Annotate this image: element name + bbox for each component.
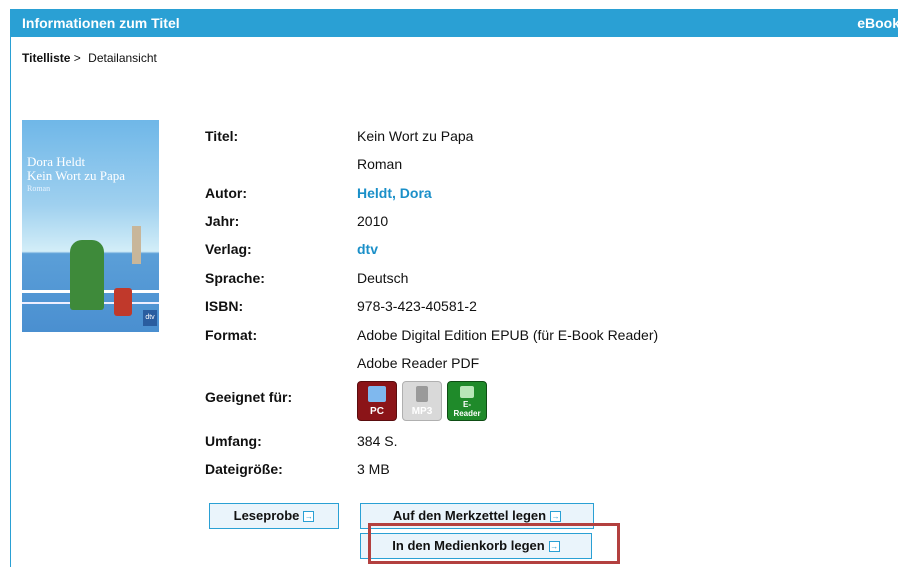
- mp3-label: MP3: [411, 406, 433, 417]
- value-dateigroesse: 3 MB: [357, 461, 390, 477]
- cover-person: [70, 240, 104, 310]
- breadcrumb-current: Detailansicht: [88, 51, 157, 65]
- label-verlag: Verlag:: [205, 241, 252, 257]
- leseprobe-button[interactable]: Leseprobe →: [209, 503, 339, 529]
- cover-suitcase: [114, 288, 132, 316]
- breadcrumb-separator: >: [70, 51, 85, 65]
- book-cover-image[interactable]: Dora Heldt Kein Wort zu Papa Roman dtv: [22, 120, 159, 332]
- value-titel: Kein Wort zu Papa: [357, 128, 474, 144]
- value-umfang: 384 S.: [357, 433, 398, 449]
- ereader-device-icon[interactable]: E- Reader: [447, 381, 487, 421]
- label-geeignet: Geeignet für:: [205, 389, 293, 405]
- value-format-pdf: Adobe Reader PDF: [357, 355, 480, 371]
- pc-label: PC: [370, 406, 384, 417]
- cover-title: Kein Wort zu Papa: [27, 168, 125, 183]
- label-jahr: Jahr:: [205, 213, 240, 229]
- monitor-icon: [368, 386, 386, 402]
- breadcrumb: Titelliste > Detailansicht: [22, 51, 157, 65]
- pc-device-icon[interactable]: PC: [357, 381, 397, 421]
- highlight-box: [368, 523, 620, 564]
- ereader-label-line2: Reader: [453, 409, 481, 418]
- label-format: Format:: [205, 327, 258, 343]
- cover-lighthouse: [132, 226, 141, 264]
- link-autor[interactable]: Heldt, Dora: [357, 185, 432, 201]
- section-title: Informationen zum Titel: [22, 15, 180, 31]
- value-titel-sub: Roman: [357, 156, 403, 172]
- mp3-device-icon[interactable]: MP3: [402, 381, 442, 421]
- value-jahr: 2010: [357, 213, 389, 229]
- content-left-border: [10, 37, 11, 567]
- arrow-right-icon: →: [550, 511, 562, 523]
- ebook-tab[interactable]: eBook: [857, 15, 898, 31]
- cover-subtitle: Roman: [27, 184, 51, 193]
- link-verlag[interactable]: dtv: [357, 241, 378, 257]
- ereader-icon: [460, 386, 474, 398]
- arrow-right-icon: →: [303, 511, 315, 523]
- label-sprache: Sprache:: [205, 270, 265, 286]
- label-dateigroesse: Dateigröße:: [205, 461, 283, 477]
- label-titel: Titel:: [205, 128, 239, 144]
- mp3-player-icon: [416, 386, 428, 402]
- ereader-label: E- Reader: [448, 400, 486, 418]
- value-format-epub: Adobe Digital Edition EPUB (für E-Book R…: [357, 327, 659, 343]
- cover-publisher-logo: dtv: [143, 310, 157, 326]
- leseprobe-label: Leseprobe: [233, 508, 300, 523]
- value-isbn: 978-3-423-40581-2: [357, 298, 477, 314]
- merkzettel-label: Auf den Merkzettel legen: [392, 508, 547, 523]
- label-umfang: Umfang:: [205, 433, 262, 449]
- label-autor: Autor:: [205, 185, 247, 201]
- section-header: Informationen zum Titel eBook: [10, 9, 898, 37]
- ereader-label-line1: E-: [463, 400, 471, 409]
- breadcrumb-titelliste[interactable]: Titelliste: [22, 51, 70, 65]
- value-sprache: Deutsch: [357, 270, 409, 286]
- label-isbn: ISBN:: [205, 298, 244, 314]
